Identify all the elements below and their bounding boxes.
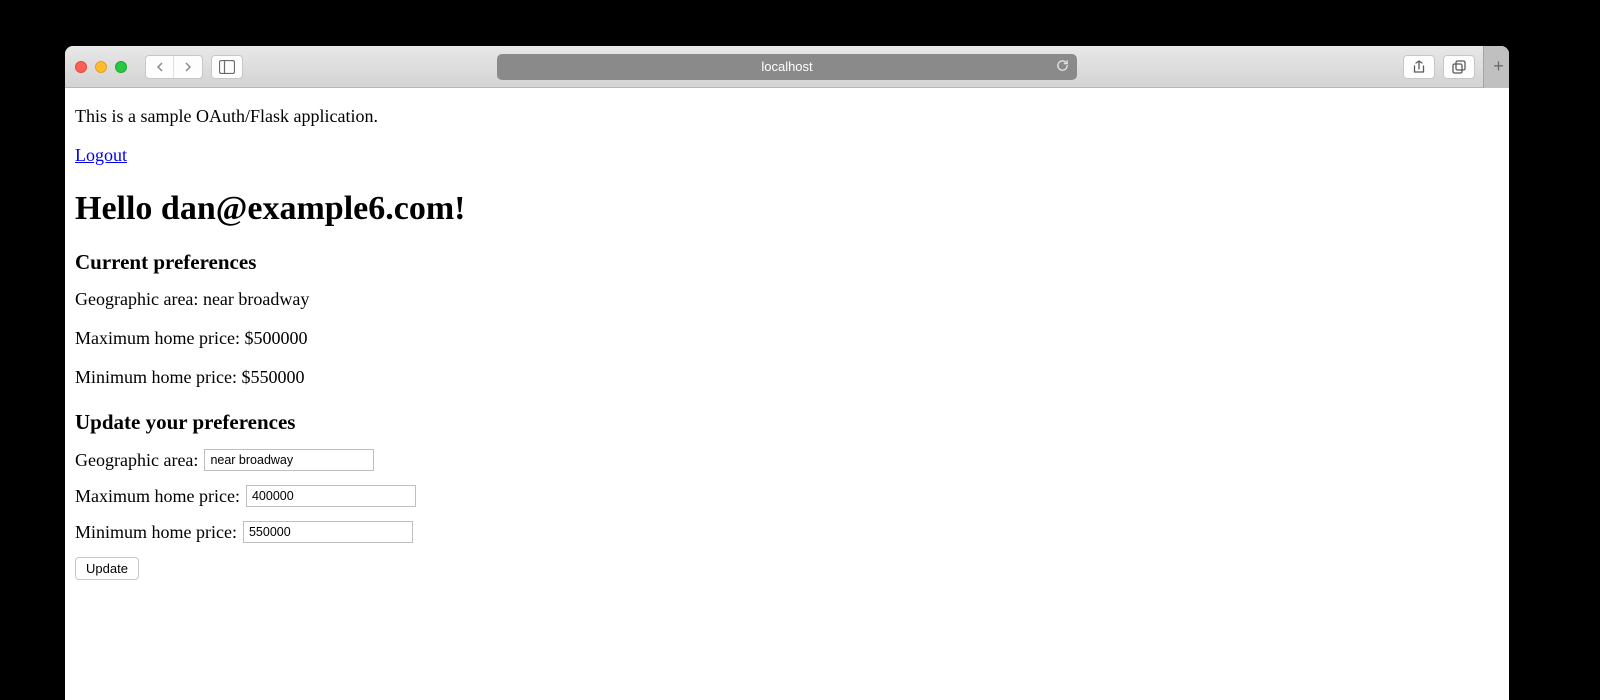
intro-text: This is a sample OAuth/Flask application…: [75, 106, 1499, 127]
nav-buttons-group: [145, 55, 203, 79]
form-row-max: Maximum home price:: [75, 485, 1499, 507]
form-geo-input[interactable]: [204, 449, 374, 471]
tabs-button[interactable]: [1443, 55, 1475, 79]
form-row-submit: Update: [75, 557, 1499, 580]
browser-toolbar: localhost +: [65, 46, 1509, 88]
form-max-label: Maximum home price:: [75, 486, 240, 507]
pref-geo-row: Geographic area: near broadway: [75, 289, 1499, 310]
close-window-button[interactable]: [75, 61, 87, 73]
form-min-input[interactable]: [243, 521, 413, 543]
maximize-window-button[interactable]: [115, 61, 127, 73]
sidebar-toggle-button[interactable]: [211, 55, 243, 79]
minimize-window-button[interactable]: [95, 61, 107, 73]
new-tab-button[interactable]: +: [1483, 46, 1509, 88]
forward-button[interactable]: [174, 56, 202, 78]
form-max-input[interactable]: [246, 485, 416, 507]
pref-max-value: $500000: [244, 328, 307, 348]
pref-min-value: $550000: [241, 367, 304, 387]
form-geo-label: Geographic area:: [75, 450, 198, 471]
greeting-heading: Hello dan@example6.com!: [75, 190, 1499, 228]
pref-min-row: Minimum home price: $550000: [75, 367, 1499, 388]
pref-min-label: Minimum home price:: [75, 367, 237, 387]
pref-geo-value: near broadway: [203, 289, 309, 309]
address-text: localhost: [761, 59, 812, 74]
page-content: This is a sample OAuth/Flask application…: [65, 88, 1509, 700]
update-button[interactable]: Update: [75, 557, 139, 580]
current-prefs-heading: Current preferences: [75, 250, 1499, 275]
window-controls: [75, 61, 127, 73]
form-row-geo: Geographic area:: [75, 449, 1499, 471]
address-bar-wrapper: localhost: [497, 54, 1077, 80]
reload-icon[interactable]: [1056, 59, 1069, 75]
toolbar-right-group: +: [1403, 55, 1503, 79]
browser-window: localhost + This is a sample OAuth/Flask…: [65, 46, 1509, 700]
form-min-label: Minimum home price:: [75, 522, 237, 543]
update-prefs-heading: Update your preferences: [75, 410, 1499, 435]
form-row-min: Minimum home price:: [75, 521, 1499, 543]
pref-geo-label: Geographic area:: [75, 289, 198, 309]
back-button[interactable]: [146, 56, 174, 78]
share-button[interactable]: [1403, 55, 1435, 79]
pref-max-label: Maximum home price:: [75, 328, 240, 348]
pref-max-row: Maximum home price: $500000: [75, 328, 1499, 349]
address-bar[interactable]: localhost: [497, 54, 1077, 80]
logout-link[interactable]: Logout: [75, 145, 127, 165]
